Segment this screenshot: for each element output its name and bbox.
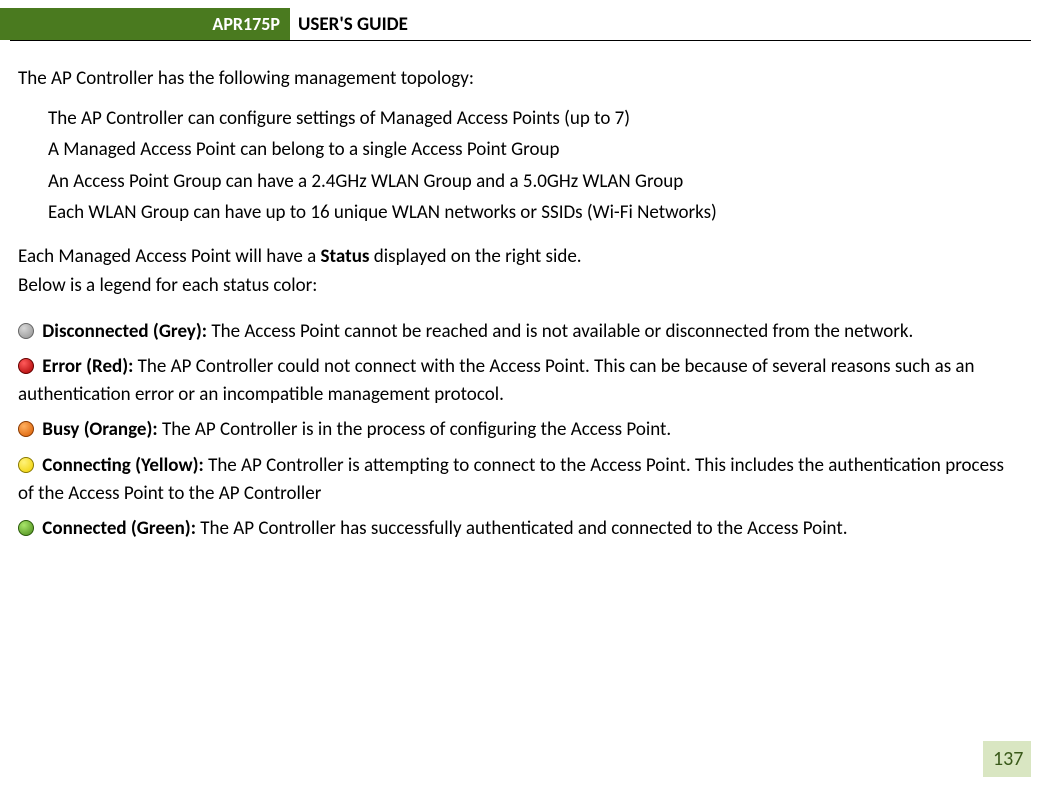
status-dot-green-icon — [18, 520, 34, 536]
legend-item-connecting: Connecting (Yellow): The AP Controller i… — [18, 452, 1023, 507]
intro-paragraph: The AP Controller has the following mana… — [18, 65, 1023, 93]
legend-label: Connecting (Yellow): — [42, 454, 208, 477]
legend-text: The AP Controller has successfully authe… — [200, 517, 847, 540]
legend-item-error: Error (Red): The AP Controller could not… — [18, 353, 1023, 408]
status-legend: Disconnected (Grey): The Access Point ca… — [18, 318, 1023, 543]
topology-item: Each WLAN Group can have up to 16 unique… — [48, 199, 1023, 227]
legend-item-connected: Connected (Green): The AP Controller has… — [18, 515, 1023, 543]
topology-item: An Access Point Group can have a 2.4GHz … — [48, 168, 1023, 196]
legend-item-busy: Busy (Orange): The AP Controller is in t… — [18, 416, 1023, 444]
header-rule — [10, 40, 1031, 41]
legend-label: Error (Red): — [42, 355, 137, 378]
topology-item: A Managed Access Point can belong to a s… — [48, 136, 1023, 164]
guide-title: USER'S GUIDE — [290, 8, 408, 40]
page-header: APR175P USER'S GUIDE — [0, 8, 1041, 41]
legend-label: Connected (Green): — [42, 517, 200, 540]
header-inner: APR175P USER'S GUIDE — [0, 8, 1041, 40]
status-intro-line2: Below is a legend for each status color: — [18, 272, 1023, 300]
text: Each Managed Access Point will have a — [18, 245, 321, 268]
status-dot-red-icon — [18, 358, 34, 374]
topology-item: The AP Controller can configure settings… — [48, 105, 1023, 133]
text: displayed on the right side. — [370, 245, 582, 268]
topology-list: The AP Controller can configure settings… — [18, 105, 1023, 227]
legend-label: Disconnected (Grey): — [42, 320, 211, 343]
legend-text: The AP Controller is in the process of c… — [162, 418, 671, 441]
page-content: The AP Controller has the following mana… — [0, 41, 1041, 543]
legend-text: The AP Controller could not connect with… — [18, 355, 975, 406]
status-word: Status — [321, 245, 370, 268]
status-dot-orange-icon — [18, 421, 34, 437]
legend-label: Busy (Orange): — [42, 418, 162, 441]
model-text: APR175P — [212, 13, 280, 35]
status-dot-yellow-icon — [18, 457, 34, 473]
page-number: 137 — [983, 741, 1031, 777]
legend-text: The Access Point cannot be reached and i… — [211, 320, 913, 343]
legend-item-disconnected: Disconnected (Grey): The Access Point ca… — [18, 318, 1023, 346]
model-badge: APR175P — [0, 8, 290, 40]
status-dot-grey-icon — [18, 323, 34, 339]
status-intro-line1: Each Managed Access Point will have a St… — [18, 243, 1023, 271]
